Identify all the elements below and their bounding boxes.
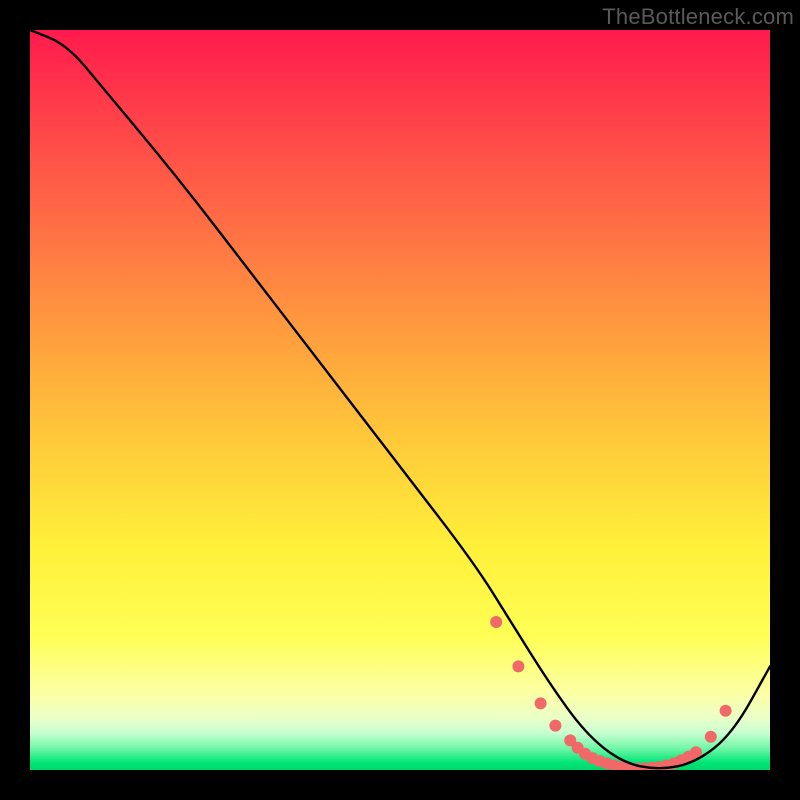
chart-frame — [30, 30, 770, 770]
trough-marker — [720, 705, 732, 717]
watermark-text: TheBottleneck.com — [602, 4, 794, 30]
trough-marker — [512, 660, 524, 672]
chart-svg — [30, 30, 770, 770]
bottleneck-curve — [30, 30, 770, 768]
trough-marker — [490, 616, 502, 628]
trough-marker — [549, 720, 561, 732]
trough-marker — [535, 697, 547, 709]
trough-marker — [705, 731, 717, 743]
trough-markers-group — [490, 616, 731, 770]
